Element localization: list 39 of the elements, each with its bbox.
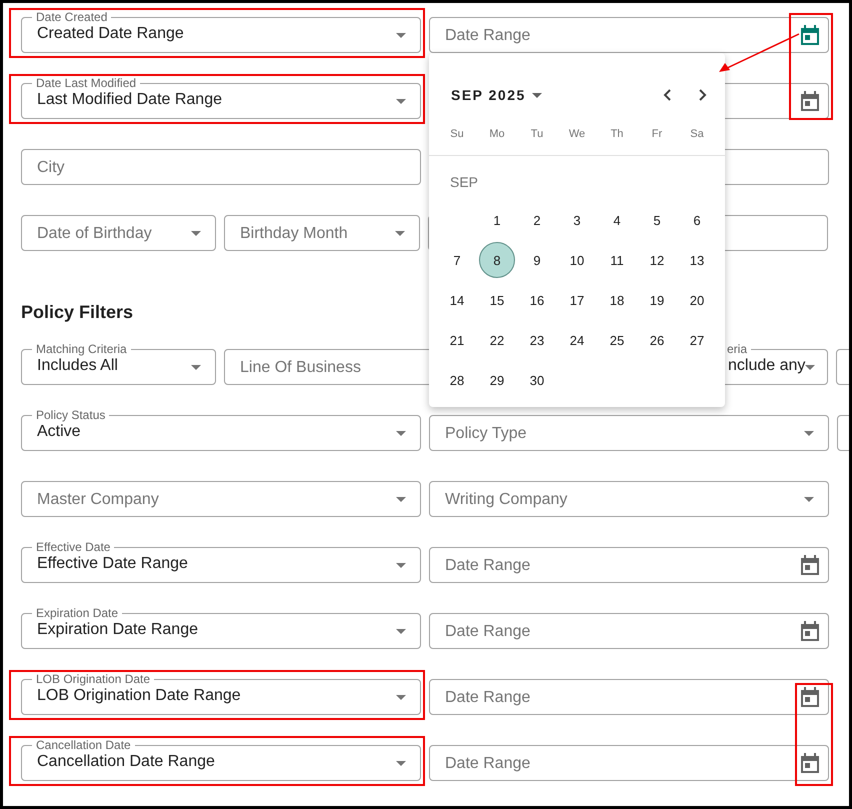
weekday-label: Mo (488, 128, 506, 140)
field-placeholder: Line Of Business (240, 359, 362, 377)
field-placeholder: Date Range (445, 755, 532, 773)
section-heading: Policy Filters (21, 301, 134, 323)
field-value: Cancellation Date Range (37, 753, 216, 771)
field-label: Date Last Modified (32, 77, 140, 89)
weekday-label: Sa (689, 128, 705, 140)
field-placeholder: Policy Type (445, 425, 528, 443)
field-value: Expiration Date Range (37, 621, 199, 639)
field-placeholder: Date Range (445, 689, 532, 707)
weekday-label: Su (449, 128, 465, 140)
field-label: Cancellation Date (32, 739, 135, 751)
field-placeholder: City (37, 159, 66, 177)
field-value: Last Modified Date Range (37, 91, 223, 109)
field-value: LOB Origination Date Range (37, 687, 242, 705)
field-label: eria (723, 343, 752, 355)
field-label: Effective Date (32, 541, 114, 553)
field-label: Date Created (32, 11, 112, 23)
field-label: Policy Status (32, 409, 110, 421)
field-placeholder: Writing Company (445, 491, 568, 509)
field-placeholder: Date Range (445, 27, 532, 45)
field-label: Matching Criteria (32, 343, 131, 355)
weekday-label: Tu (530, 128, 544, 140)
weekday-label: Fr (650, 128, 664, 140)
field-value: Active (37, 423, 82, 441)
field-value: Includes All (37, 357, 119, 375)
field-label: LOB Origination Date (32, 673, 154, 685)
field-placeholder: Master Company (37, 491, 160, 509)
field-value: nclude any (728, 357, 806, 375)
weekday-label: We (568, 128, 586, 140)
field-placeholder: Date Range (445, 623, 532, 641)
field-placeholder: Birthday Month (240, 225, 349, 243)
field-label: Expiration Date (32, 607, 122, 619)
field-value: Created Date Range (37, 25, 185, 43)
weekday-label: Th (610, 128, 624, 140)
field-placeholder: Date of Birthday (37, 225, 153, 243)
field-placeholder: Date Range (445, 557, 532, 575)
field-value: Effective Date Range (37, 555, 189, 573)
month-heading: SEP (450, 174, 478, 190)
